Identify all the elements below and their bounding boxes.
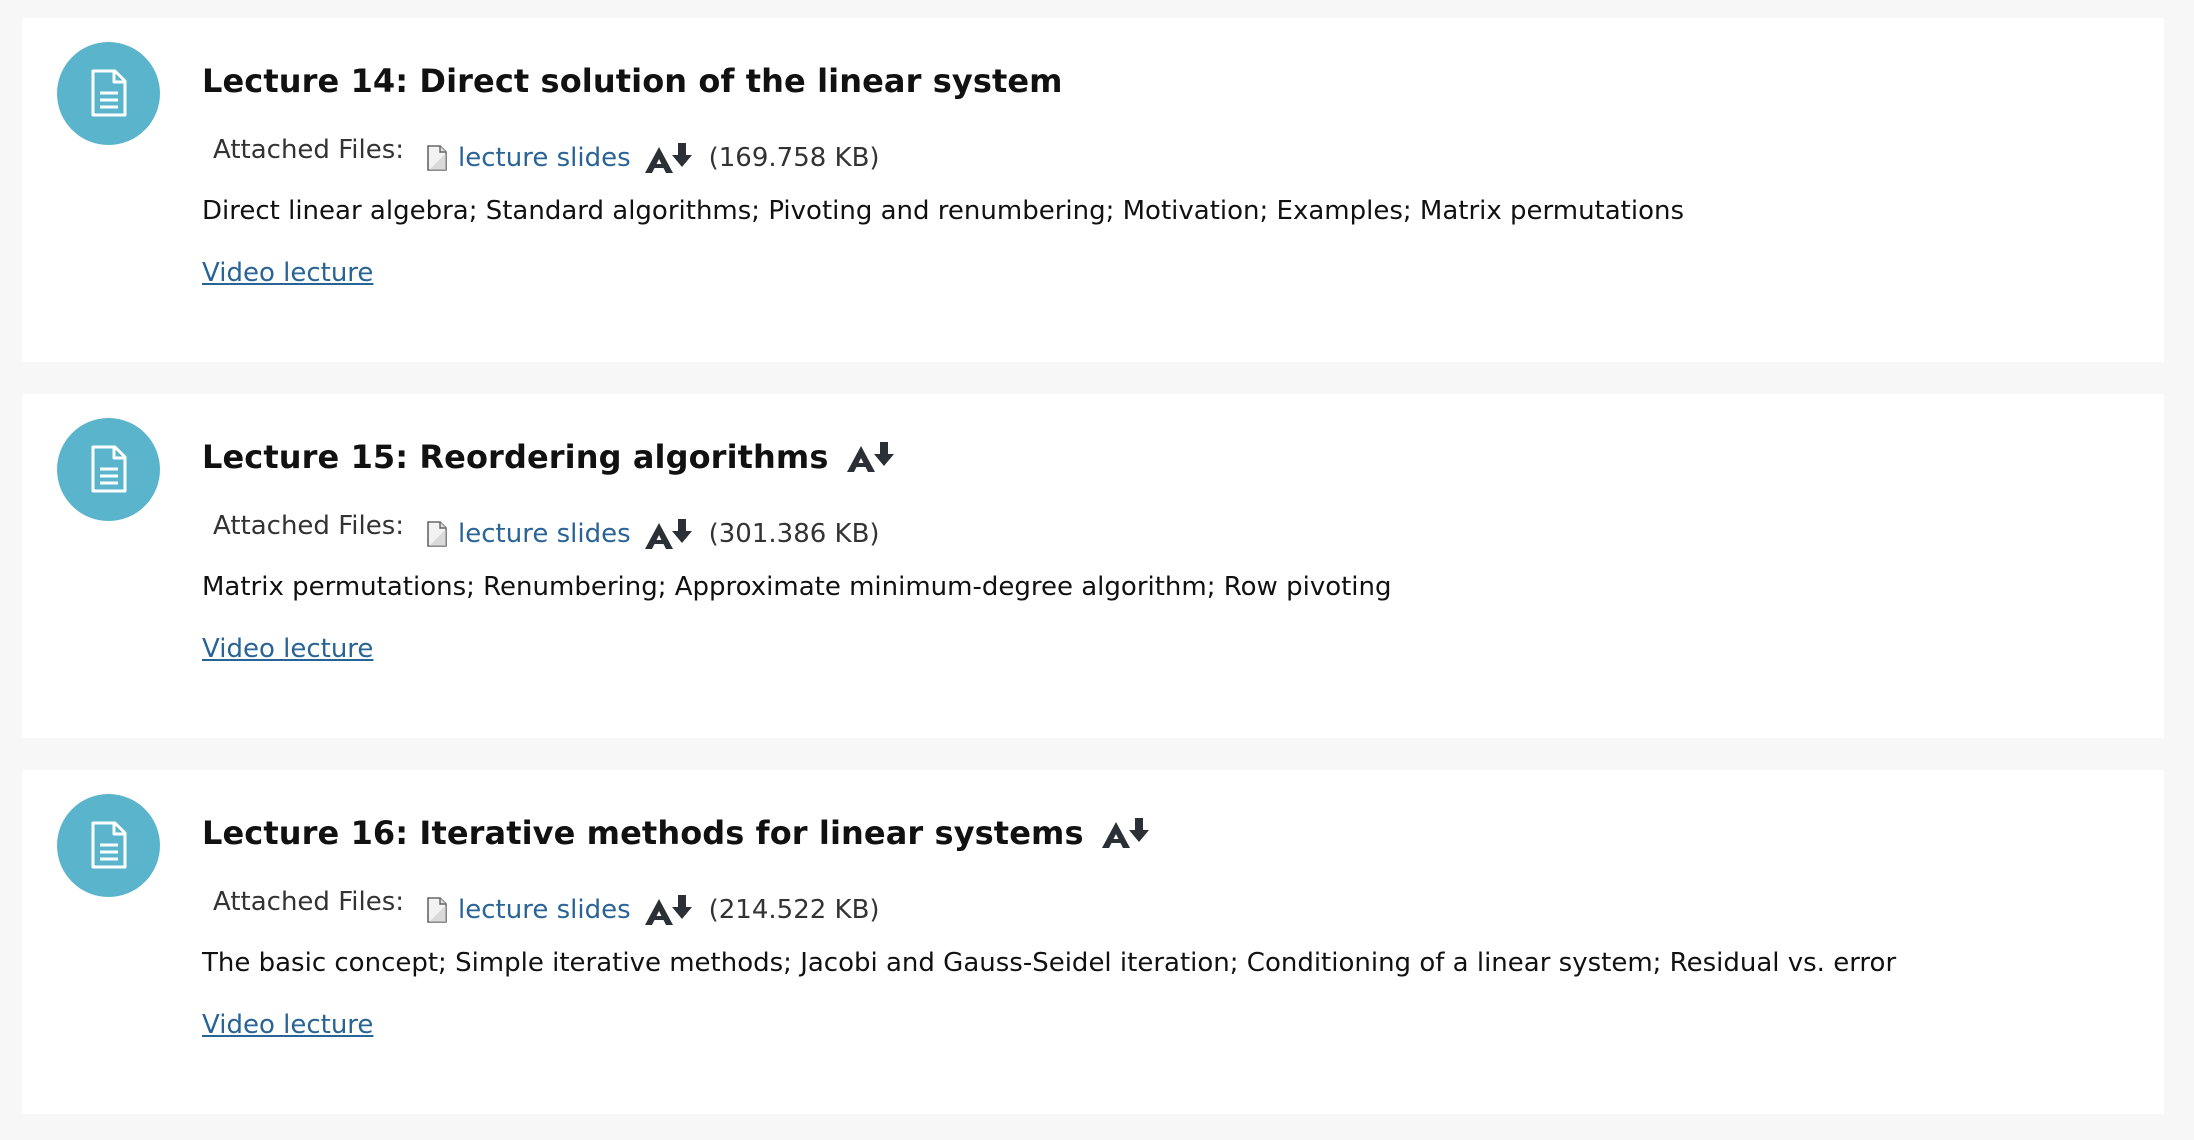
file-icon	[426, 520, 448, 548]
attached-files-label: Attached Files:	[213, 887, 405, 917]
lecture-description: Direct linear algebra; Standard algorith…	[202, 196, 1685, 226]
lecture-title: Lecture 15: Reordering algorithms	[202, 438, 829, 476]
lecture-title: Lecture 14: Direct solution of the linea…	[202, 62, 1063, 100]
attached-files-row: Attached Files: lecture slides (301.386 …	[213, 511, 880, 554]
document-icon	[57, 794, 160, 897]
attached-files-label: Attached Files:	[213, 135, 405, 165]
video-lecture-link[interactable]: Video lecture	[202, 634, 373, 664]
lecture-title-row: Lecture 16: Iterative methods for linear…	[202, 808, 1152, 858]
lecture-card: Lecture 14: Direct solution of the linea…	[22, 18, 2164, 362]
lecture-card: Lecture 15: Reordering algorithms Attach…	[22, 394, 2164, 738]
file-size: (301.386 KB)	[708, 519, 880, 549]
lecture-slides-link[interactable]: lecture slides	[458, 895, 631, 925]
attached-files-row: Attached Files: lecture slides (169.758 …	[213, 135, 880, 178]
file-icon	[426, 896, 448, 924]
video-lecture-link[interactable]: Video lecture	[202, 1010, 373, 1040]
lecture-card: Lecture 16: Iterative methods for linear…	[22, 770, 2164, 1114]
accessible-download-icon[interactable]	[643, 517, 695, 551]
accessible-download-icon[interactable]	[845, 440, 897, 474]
file-size: (169.758 KB)	[708, 143, 880, 173]
video-lecture-link[interactable]: Video lecture	[202, 258, 373, 288]
document-icon	[57, 418, 160, 521]
lecture-description: The basic concept; Simple iterative meth…	[202, 948, 1897, 978]
accessible-download-icon[interactable]	[643, 893, 695, 927]
file-icon	[426, 144, 448, 172]
accessible-download-icon[interactable]	[1100, 816, 1152, 850]
attached-files-label: Attached Files:	[213, 511, 405, 541]
attached-files-row: Attached Files: lecture slides (214.522 …	[213, 887, 880, 930]
lecture-list: Lecture 14: Direct solution of the linea…	[0, 0, 2194, 1140]
file-size: (214.522 KB)	[708, 895, 880, 925]
lecture-slides-link[interactable]: lecture slides	[458, 519, 631, 549]
lecture-title: Lecture 16: Iterative methods for linear…	[202, 814, 1084, 852]
lecture-title-row: Lecture 14: Direct solution of the linea…	[202, 56, 1063, 106]
lecture-title-row: Lecture 15: Reordering algorithms	[202, 432, 897, 482]
lecture-slides-link[interactable]: lecture slides	[458, 143, 631, 173]
lecture-description: Matrix permutations; Renumbering; Approx…	[202, 572, 1392, 602]
document-icon	[57, 42, 160, 145]
accessible-download-icon[interactable]	[643, 141, 695, 175]
